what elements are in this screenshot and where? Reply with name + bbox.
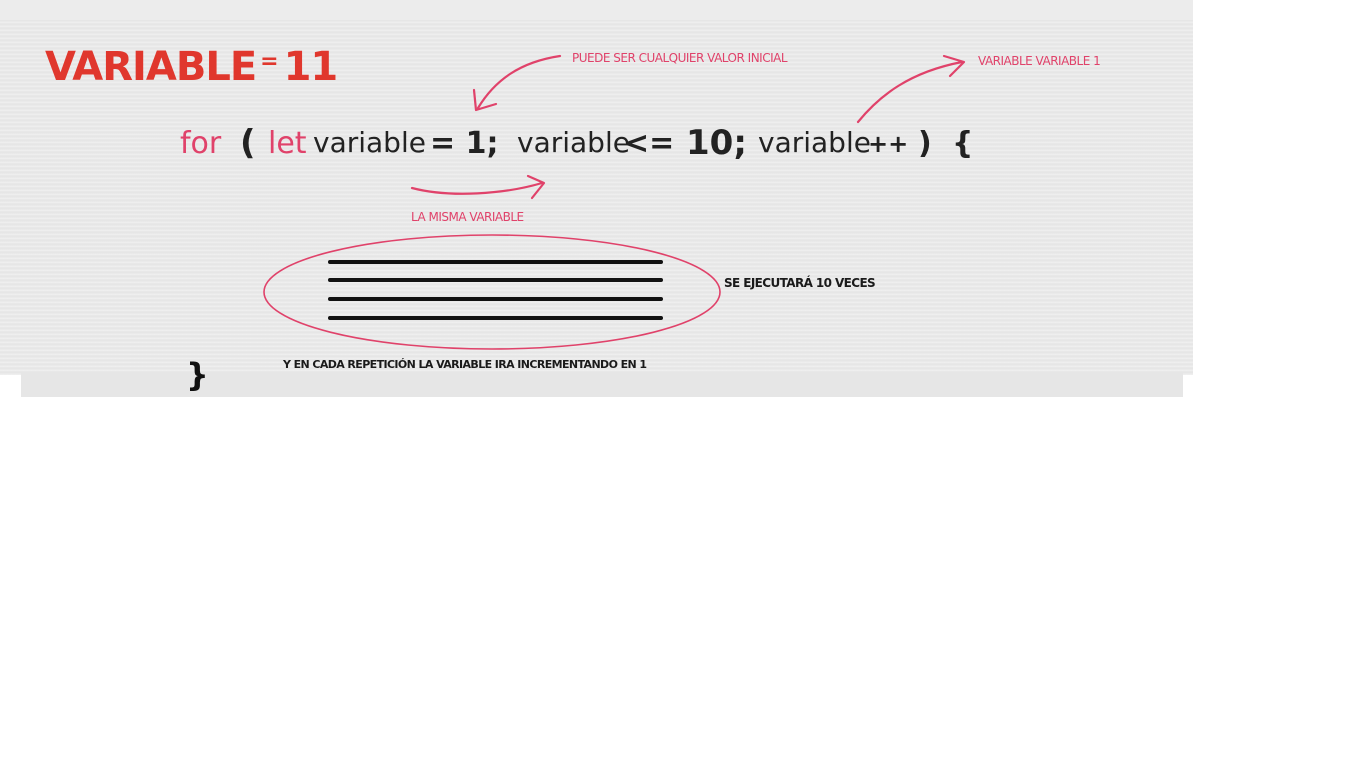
initial-value-arrowhead	[472, 88, 498, 112]
annotation-drawings	[263, 54, 966, 350]
loop-body-ellipse	[263, 234, 721, 350]
initial-value-arrow	[476, 54, 562, 110]
same-variable-arrow	[410, 181, 544, 195]
increment-arrow	[856, 60, 964, 124]
